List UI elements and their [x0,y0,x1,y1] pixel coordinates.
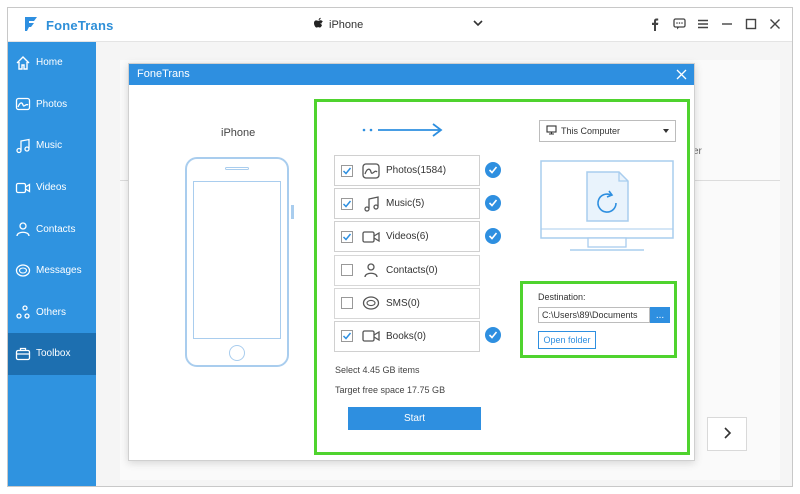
facebook-icon[interactable] [648,16,662,32]
music-icon [14,137,32,155]
sidebar-item-videos[interactable]: Videos [8,167,96,209]
videos-icon [14,179,32,197]
sidebar-item-home[interactable]: Home [8,42,96,84]
next-button[interactable] [707,417,747,451]
maximize-icon[interactable] [744,16,758,32]
sidebar-item-label: Messages [36,265,82,277]
sidebar-item-label: Music [36,140,63,152]
sidebar-item-label: Contacts [36,223,76,235]
sidebar-item-label: Others [36,306,67,318]
sidebar-item-label: Home [36,57,63,69]
dialog-close-icon[interactable] [672,65,690,83]
sidebar-item-toolbox[interactable]: Toolbox [8,333,96,375]
fonetrans-logo-icon [22,15,40,36]
phone-speaker [225,167,249,170]
dialog-title: FoneTrans [137,68,190,80]
sidebar-item-contacts[interactable]: Contacts [8,208,96,250]
phone-illustration [185,157,294,367]
source-device-label: iPhone [221,127,256,139]
export-dialog: FoneTrans iPhone Photos(1584) Music(5) V… [128,63,695,461]
dialog-header: FoneTrans [129,64,694,85]
phone-side-button [291,205,294,219]
contacts-icon [14,220,32,238]
sidebar-item-label: Photos [36,98,68,110]
sidebar-item-others[interactable]: Others [8,292,96,334]
device-name: iPhone [329,19,364,31]
toolbox-icon [14,345,32,363]
phone-screen [193,181,281,339]
highlight-box-main [314,99,690,455]
photos-icon [14,95,32,113]
brand: FoneTrans [22,15,114,35]
sidebar-item-music[interactable]: Music [8,125,96,167]
sidebar-item-label: Toolbox [36,348,71,360]
sidebar-item-label: Videos [36,182,67,194]
highlight-box-destination [520,281,677,358]
app-window: FoneTrans iPhone Home Photos Music Video… [7,7,793,487]
title-bar: FoneTrans iPhone [8,8,792,42]
close-icon[interactable] [768,16,782,32]
chevron-right-icon [722,426,732,442]
window-controls [648,16,782,32]
menu-icon[interactable] [696,16,710,32]
minimize-icon[interactable] [720,16,734,32]
phone-home-button [229,345,245,361]
device-selector[interactable]: iPhone [313,16,485,34]
others-icon [14,303,32,321]
messages-icon [14,262,32,280]
sidebar-item-photos[interactable]: Photos [8,84,96,126]
home-icon [14,54,32,72]
apple-icon [313,17,324,33]
sidebar: Home Photos Music Videos Contacts Messag… [8,42,96,486]
app-brand-name: FoneTrans [46,17,114,33]
feedback-icon[interactable] [672,16,686,32]
chevron-down-icon [473,18,483,31]
sidebar-item-messages[interactable]: Messages [8,250,96,292]
